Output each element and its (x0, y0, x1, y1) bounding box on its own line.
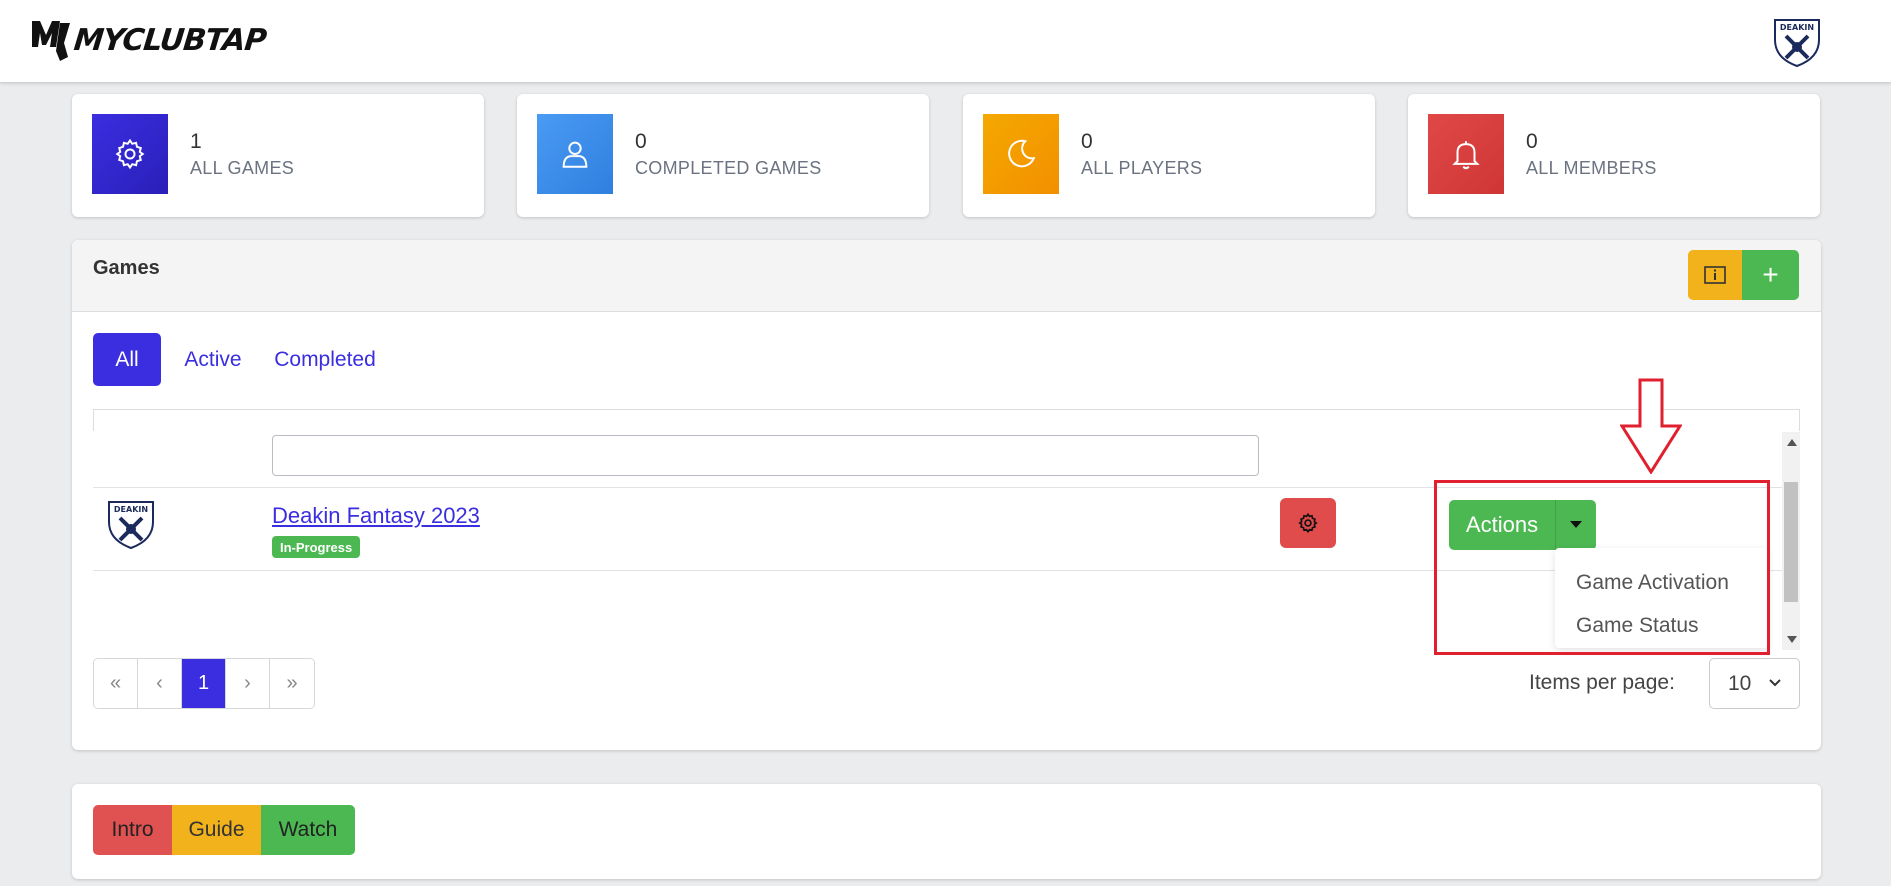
scroll-up-arrow-icon[interactable] (1787, 439, 1797, 446)
tab-completed[interactable]: Completed (262, 333, 388, 386)
status-badge: In-Progress (272, 536, 361, 558)
chevron-down-icon (1769, 679, 1781, 687)
page-prev-button[interactable]: ‹ (138, 659, 182, 708)
add-game-button[interactable]: + (1742, 250, 1799, 300)
page-current-button[interactable]: 1 (182, 659, 226, 708)
pagination: « ‹ 1 › » (93, 658, 315, 709)
top-header: MYCLUBTAP DEAKIN (0, 0, 1891, 83)
stat-card-completed-games: 0 COMPLETED GAMES (517, 94, 929, 217)
club-logo-icon: DEAKIN (108, 501, 154, 550)
stat-value: 0 (635, 130, 647, 153)
page-last-button[interactable]: » (270, 659, 314, 708)
intro-button[interactable]: Intro (93, 805, 172, 855)
table-header (93, 409, 1800, 431)
stat-icon-box (983, 114, 1059, 194)
bell-icon (1452, 141, 1480, 170)
stat-card-all-players: 0 ALL PLAYERS (963, 94, 1375, 217)
logo-text: MYCLUBTAP (72, 22, 268, 58)
items-per-page-label: Items per page: (1529, 671, 1675, 694)
stat-label: ALL MEMBERS (1526, 158, 1657, 178)
game-filter-input[interactable] (272, 435, 1259, 476)
stat-label: COMPLETED GAMES (635, 158, 822, 178)
guide-button[interactable]: Guide (172, 805, 261, 855)
gear-icon (115, 138, 145, 170)
user-icon (562, 141, 588, 168)
stat-label: ALL GAMES (190, 158, 295, 178)
avatar-text: DEAKIN (1780, 23, 1814, 32)
scroll-down-arrow-icon[interactable] (1787, 636, 1797, 643)
games-panel-header: Games + (72, 240, 1821, 312)
table-scrollbar[interactable] (1782, 432, 1800, 650)
stat-icon-box (537, 114, 613, 194)
stat-card-all-games: 1 ALL GAMES (72, 94, 484, 217)
info-icon (1704, 266, 1726, 284)
tab-all[interactable]: All (93, 333, 161, 386)
annotation-arrow-icon (1620, 378, 1682, 474)
items-per-page-select[interactable]: 10 (1709, 658, 1800, 709)
moon-icon (1008, 139, 1036, 168)
page-first-button[interactable]: « (94, 659, 138, 708)
items-per-page-value: 10 (1728, 671, 1752, 695)
help-panel: Intro Guide Watch (72, 784, 1821, 879)
games-panel: Games + All Active Completed DEAKIN Deak… (72, 240, 1821, 750)
page-next-button[interactable]: › (226, 659, 270, 708)
annotation-highlight-box (1434, 480, 1770, 655)
panel-title: Games (93, 257, 160, 279)
game-name-link[interactable]: Deakin Fantasy 2023 (272, 503, 480, 529)
avatar[interactable]: DEAKIN (1770, 14, 1824, 68)
stat-value: 1 (190, 130, 202, 153)
stat-value: 0 (1081, 130, 1093, 153)
gear-icon (1298, 512, 1318, 534)
info-button[interactable] (1688, 250, 1742, 300)
stat-icon-box (92, 114, 168, 194)
stat-value: 0 (1526, 130, 1538, 153)
stat-icon-box (1428, 114, 1504, 194)
stat-card-all-members: 0 ALL MEMBERS (1408, 94, 1820, 217)
tab-active[interactable]: Active (170, 333, 256, 386)
watch-button[interactable]: Watch (261, 805, 355, 855)
game-settings-button[interactable] (1280, 498, 1336, 548)
club-crest-icon: DEAKIN (1774, 19, 1820, 68)
stat-label: ALL PLAYERS (1081, 158, 1203, 178)
logo-mark-icon (32, 21, 70, 61)
scroll-thumb[interactable] (1784, 482, 1798, 602)
app-logo[interactable]: MYCLUBTAP (30, 16, 268, 64)
club-logo-text: DEAKIN (114, 505, 148, 514)
